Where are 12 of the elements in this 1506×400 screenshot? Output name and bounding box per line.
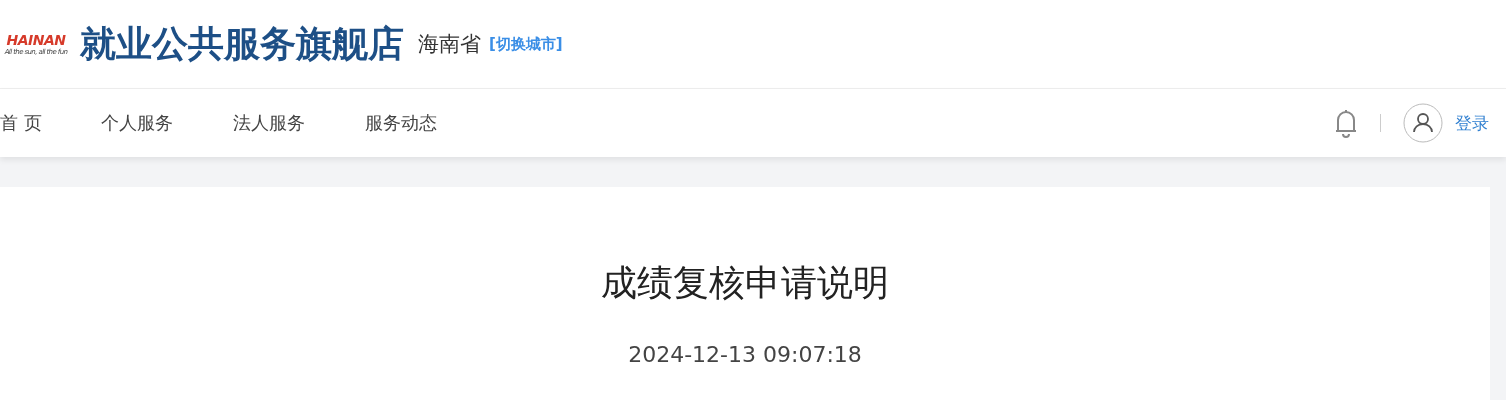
nav-link[interactable]: 首 页 [0, 111, 42, 135]
login-link[interactable]: 登录 [1455, 111, 1489, 135]
article-title: 成绩复核申请说明 [601, 261, 889, 305]
nav-link[interactable]: 个人服务 [100, 111, 173, 135]
user-avatar-icon[interactable] [1403, 103, 1443, 143]
nav-link[interactable]: 服务动态 [364, 111, 437, 135]
nav-link[interactable]: 法人服务 [232, 111, 305, 135]
site-title: 就业公共服务旗舰店 [80, 21, 404, 66]
logo-wordmark: HAINAN [6, 32, 66, 48]
province-label: 海南省 [418, 31, 481, 58]
bell-icon[interactable] [1334, 108, 1358, 138]
article-date: 2024-12-13 09:07:18 [628, 342, 862, 367]
